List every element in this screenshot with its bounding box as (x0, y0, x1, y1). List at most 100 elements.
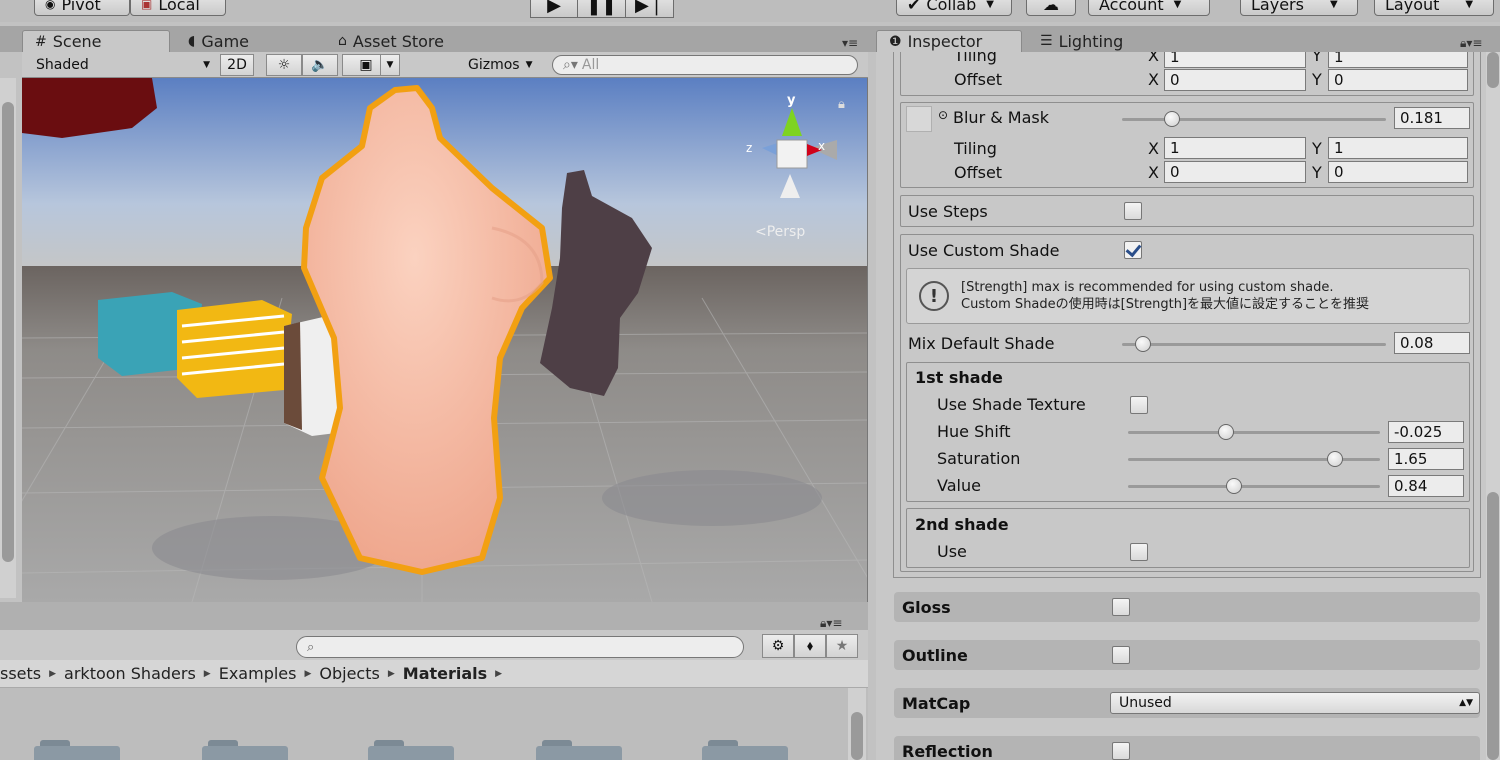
tab-scene[interactable]: # Scene (22, 30, 170, 52)
local-button[interactable]: ▣ Local (130, 0, 226, 16)
matcap-dropdown[interactable]: Unused ▲▼ (1110, 692, 1480, 714)
hue-shift-value-field[interactable]: -0.025 (1388, 421, 1464, 443)
scene-search-input[interactable]: ⌕▾ All (552, 55, 858, 75)
offset-x-field[interactable]: 0 (1164, 161, 1306, 183)
speaker-icon: 🔈 (311, 57, 329, 73)
breadcrumb-item[interactable]: arktoon Shaders (64, 664, 196, 683)
saturation-slider[interactable] (1128, 451, 1380, 467)
step-button[interactable]: ▶❘ (626, 0, 674, 18)
2d-toggle[interactable]: 2D (220, 54, 254, 76)
gloss-checkbox[interactable] (1112, 598, 1130, 616)
layout-dropdown[interactable]: Layout ▼ (1374, 0, 1494, 16)
breadcrumb-item[interactable]: Objects (319, 664, 379, 683)
axis-y-label: y (787, 93, 796, 108)
gizmos-dropdown[interactable]: Gizmos ▼ (460, 54, 540, 76)
reflection-label: Reflection (902, 742, 993, 760)
mix-default-shade-slider[interactable] (1122, 336, 1386, 352)
search-icon: ⌕ (307, 639, 315, 655)
shading-mode-dropdown[interactable]: Shaded ▼ (28, 54, 210, 76)
project-scrollbar[interactable] (848, 688, 866, 760)
pause-icon: ❚❚ (586, 0, 617, 16)
saturation-label: Saturation (937, 449, 1021, 468)
tag-icon: ⬧ (806, 638, 814, 654)
blur-mask-slider[interactable] (1122, 111, 1386, 127)
filter-label-button[interactable]: ⬧ (794, 634, 826, 658)
tiling-y-field[interactable]: 1 (1328, 137, 1468, 159)
chevron-right-icon: ▶ (49, 668, 57, 679)
value-value-field[interactable]: 0.84 (1388, 475, 1464, 497)
tab-lighting[interactable]: ☰ Lighting (1028, 30, 1135, 52)
lock-icon[interactable]: 🔒︎ (838, 97, 845, 112)
outline-checkbox[interactable] (1112, 646, 1130, 664)
layout-label: Layout (1385, 0, 1440, 14)
panel-menu-icon[interactable]: ▾≡ (842, 36, 858, 50)
project-search-input[interactable]: ⌕ (296, 636, 744, 658)
folder-icon[interactable] (702, 740, 788, 760)
playback-controls: ▶ ❚❚ ▶❘ (530, 0, 674, 18)
outline-section[interactable]: Outline (894, 640, 1480, 670)
tab-asset-store[interactable]: ⌂ Asset Store (326, 30, 456, 52)
folder-icon[interactable] (536, 740, 622, 760)
reflection-checkbox[interactable] (1112, 742, 1130, 760)
effects-dropdown[interactable]: ▼ (380, 54, 400, 76)
collab-button[interactable]: ✔ Collab ▼ (896, 0, 1012, 16)
mix-default-shade-value-field[interactable]: 0.08 (1394, 332, 1470, 354)
pause-button[interactable]: ❚❚ (578, 0, 626, 18)
favorites-button[interactable]: ★ (826, 634, 858, 658)
tiling-label: Tiling (954, 52, 997, 65)
lighting-toggle[interactable]: ☼ (266, 54, 302, 76)
tab-lighting-label: Lighting (1058, 31, 1124, 51)
offset-y-field[interactable]: 0 (1328, 69, 1468, 91)
reflection-section[interactable]: Reflection (894, 736, 1480, 760)
persp-label[interactable]: <Persp (755, 224, 805, 240)
scene-left-scrollbar[interactable] (0, 78, 16, 598)
account-dropdown[interactable]: Account ▼ (1088, 0, 1210, 16)
use-custom-shade-label: Use Custom Shade (908, 241, 1060, 260)
tab-game[interactable]: ◖ Game (176, 30, 261, 52)
blur-mask-texture-slot[interactable] (906, 106, 932, 132)
scene-viewport[interactable]: y x z <Persp 🔒︎ (22, 78, 868, 602)
pivot-button[interactable]: ◉ Pivot (34, 0, 130, 16)
step-icon: ▶❘ (635, 0, 664, 16)
inspector-lock-icon[interactable]: 🔒︎▾≡ (1460, 36, 1482, 51)
blur-mask-label: Blur & Mask (953, 108, 1049, 127)
gloss-section[interactable]: Gloss (894, 592, 1480, 622)
offset-y-field[interactable]: 0 (1328, 161, 1468, 183)
help-text: [Strength] max is recommended for using … (961, 279, 1369, 313)
folder-icon[interactable] (368, 740, 454, 760)
value-slider[interactable] (1128, 478, 1380, 494)
first-shade-title: 1st shade (915, 368, 1003, 387)
matcap-section[interactable]: MatCap Unused ▲▼ (894, 688, 1480, 718)
saturation-value-field[interactable]: 1.65 (1388, 448, 1464, 470)
hue-shift-slider[interactable] (1128, 424, 1380, 440)
breadcrumb-item[interactable]: Examples (219, 664, 297, 683)
folder-icon[interactable] (34, 740, 120, 760)
offset-x-field[interactable]: 0 (1164, 69, 1306, 91)
tiling-x-field[interactable]: 1 (1164, 52, 1306, 68)
project-filter-buttons: ⚙ ⬧ ★ (762, 634, 858, 658)
use-shade-texture-checkbox[interactable] (1130, 396, 1148, 414)
tiling-y-field[interactable]: 1 (1328, 52, 1468, 68)
tiling-x-field[interactable]: 1 (1164, 137, 1306, 159)
play-button[interactable]: ▶ (530, 0, 578, 18)
inspector-scrollbar[interactable] (1486, 52, 1500, 760)
project-assets-grid (0, 688, 868, 760)
breadcrumb-item-current[interactable]: Materials (403, 664, 487, 683)
second-shade-use-checkbox[interactable] (1130, 543, 1148, 561)
outline-label: Outline (902, 646, 968, 665)
folder-icon[interactable] (202, 740, 288, 760)
value-label: Value (937, 476, 981, 495)
project-header: ⌕ ⚙ ⬧ ★ (0, 630, 868, 660)
filter-type-button[interactable]: ⚙ (762, 634, 794, 658)
project-lock-icon[interactable]: 🔒︎▾≡ (820, 616, 842, 631)
layers-dropdown[interactable]: Layers ▼ (1240, 0, 1358, 16)
tab-inspector[interactable]: ❶ Inspector (876, 30, 1022, 52)
audio-toggle[interactable]: 🔈 (302, 54, 338, 76)
use-custom-shade-checkbox[interactable] (1124, 241, 1142, 259)
use-steps-checkbox[interactable] (1124, 202, 1142, 220)
breadcrumb-item[interactable]: ssets (0, 664, 41, 683)
offset-label: Offset (954, 163, 1003, 182)
target-icon: ⊙ (938, 108, 949, 122)
cloud-button[interactable]: ☁ (1026, 0, 1076, 16)
blur-mask-value-field[interactable]: 0.181 (1394, 107, 1470, 129)
